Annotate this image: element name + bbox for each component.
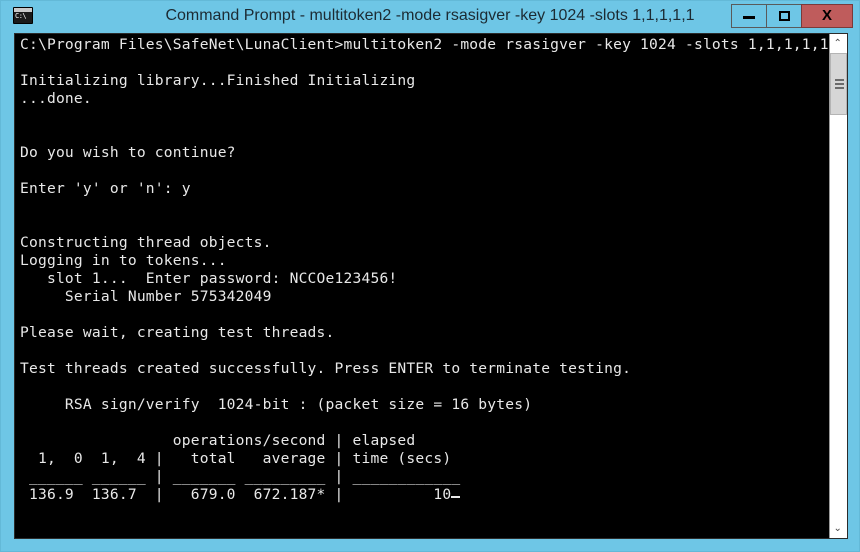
console-line: RSA sign/verify 1024-bit : (packet size … — [20, 396, 533, 413]
console-line: ______ ______ | _______ _________ | ____… — [20, 468, 461, 485]
console-line: Serial Number 575342049 — [20, 288, 272, 305]
minimize-button[interactable] — [731, 4, 767, 28]
chevron-up-icon: ⌃ — [833, 37, 842, 49]
maximize-button[interactable] — [766, 4, 802, 28]
scrollbar-up-button[interactable]: ⌃ — [830, 34, 847, 53]
console-line: Please wait, creating test threads. — [20, 324, 335, 341]
console-scrollbar[interactable]: ⌃ ⌄ — [829, 34, 847, 538]
minimize-icon — [743, 16, 755, 19]
console-line: slot 1... Enter password: NCCOe123456! — [20, 270, 398, 287]
console-client-area[interactable]: C:\Program Files\SafeNet\LunaClient>mult… — [14, 33, 848, 539]
console-line: Test threads created successfully. Press… — [20, 360, 632, 377]
console-line: operations/second | elapsed — [20, 432, 416, 449]
console-line: 1, 0 1, 4 | total average | time (secs) — [20, 450, 452, 467]
command-prompt-window: C:\ Command Prompt - multitoken2 -mode r… — [0, 0, 860, 552]
console-line: Do you wish to continue? — [20, 144, 236, 161]
console-line: Initializing library...Finished Initiali… — [20, 72, 416, 89]
close-icon: X — [821, 7, 832, 24]
maximize-icon — [778, 11, 790, 21]
console-line: Enter 'y' or 'n': y — [20, 180, 191, 197]
close-button[interactable]: X — [801, 4, 853, 28]
console-line: Logging in to tokens... — [20, 252, 227, 269]
text-cursor — [451, 496, 461, 498]
title-bar[interactable]: C:\ Command Prompt - multitoken2 -mode r… — [1, 1, 859, 31]
console-line: 136.9 136.7 | 679.0 672.187* | 10 — [20, 486, 452, 503]
window-controls: X — [731, 4, 853, 28]
console-line: Constructing thread objects. — [20, 234, 272, 251]
console-line: ...done. — [20, 90, 92, 107]
console-output[interactable]: C:\Program Files\SafeNet\LunaClient>mult… — [15, 36, 831, 538]
scrollbar-thumb[interactable] — [830, 53, 847, 115]
scrollbar-down-button[interactable]: ⌄ — [830, 519, 847, 538]
console-line: C:\Program Files\SafeNet\LunaClient>mult… — [20, 36, 829, 53]
scrollbar-grip-icon — [834, 79, 844, 89]
chevron-down-icon: ⌄ — [833, 522, 842, 534]
